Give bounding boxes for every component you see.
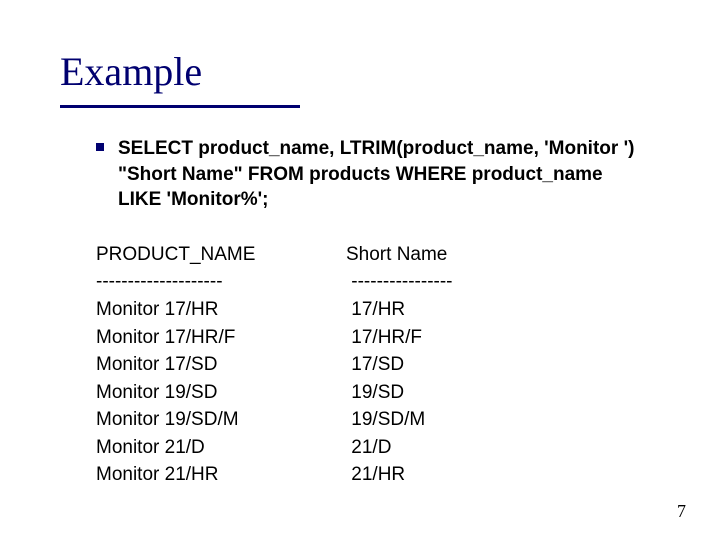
slide-body: SELECT product_name, LTRIM(product_name,… [60,136,660,489]
table-cell: 21/HR [346,461,405,489]
table-divider-row: -------------------- ---------------- [96,268,660,296]
table-cell: Monitor 19/SD [96,379,346,407]
table-row: Monitor 19/SD 19/SD [96,379,660,407]
result-table: PRODUCT_NAME Short Name ----------------… [96,241,660,489]
table-cell: Monitor 17/HR [96,296,346,324]
table-cell: 19/SD [346,379,404,407]
table-cell: Monitor 17/SD [96,351,346,379]
table-row: Monitor 17/HR 17/HR [96,296,660,324]
title-underline [60,105,300,108]
slide-title: Example [60,48,660,95]
table-cell: 19/SD/M [346,406,425,434]
table-cell: 21/D [346,434,391,462]
table-row: Monitor 17/HR/F 17/HR/F [96,324,660,352]
table-cell: 17/HR/F [346,324,422,352]
table-cell: Monitor 19/SD/M [96,406,346,434]
table-cell: Monitor 21/D [96,434,346,462]
table-row: Monitor 17/SD 17/SD [96,351,660,379]
table-row: Monitor 21/HR 21/HR [96,461,660,489]
table-divider-col1: -------------------- [96,268,346,296]
table-header-col1: PRODUCT_NAME [96,241,346,269]
slide: Example SELECT product_name, LTRIM(produ… [0,0,720,540]
table-cell: 17/SD [346,351,404,379]
table-row: Monitor 19/SD/M 19/SD/M [96,406,660,434]
table-cell: Monitor 21/HR [96,461,346,489]
table-row: Monitor 21/D 21/D [96,434,660,462]
table-header-col2: Short Name [346,241,447,269]
table-divider-col2: ---------------- [346,268,453,296]
table-cell: Monitor 17/HR/F [96,324,346,352]
table-cell: 17/HR [346,296,405,324]
square-bullet-icon [96,143,104,151]
bullet-item: SELECT product_name, LTRIM(product_name,… [96,136,640,213]
page-number: 7 [677,501,686,522]
table-header-row: PRODUCT_NAME Short Name [96,241,660,269]
bullet-text: SELECT product_name, LTRIM(product_name,… [118,136,640,213]
